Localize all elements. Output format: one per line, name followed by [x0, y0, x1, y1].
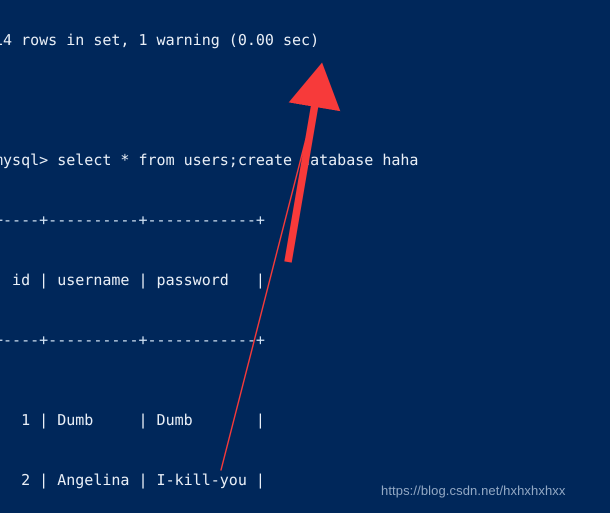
table-header-row: | id | username | password | — [0, 271, 265, 289]
csdn-watermark: https://blog.csdn.net/hxhxhxhxx — [381, 483, 566, 498]
terminal-output: 14 rows in set, 1 warning (0.00 sec) mys… — [0, 0, 610, 513]
table-rule-top: +----+----------+------------+ — [0, 211, 265, 229]
table-row: | 1 | Dumb | Dumb | — [0, 411, 265, 429]
terminal-line-prompt-command: mysql> select * from users;create databa… — [0, 151, 419, 169]
terminal-line-blank-1 — [0, 90, 610, 110]
terminal-window[interactable]: 14 rows in set, 1 warning (0.00 sec) mys… — [0, 0, 610, 513]
table-rule-mid: +----+----------+------------+ — [0, 331, 265, 349]
terminal-line-prev-result: 14 rows in set, 1 warning (0.00 sec) — [0, 31, 320, 49]
